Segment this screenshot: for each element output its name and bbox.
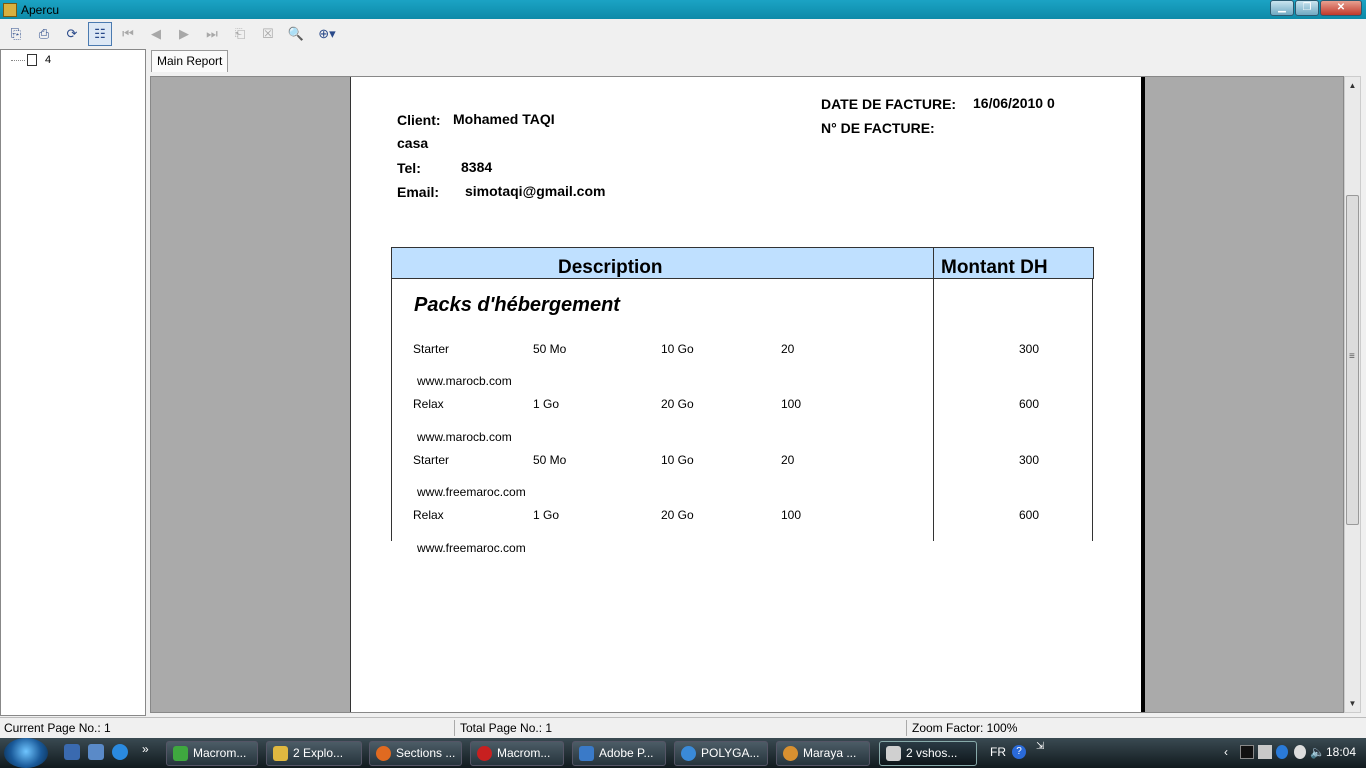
vertical-scrollbar[interactable]: ▲ ▼	[1344, 76, 1361, 713]
scroll-down-icon[interactable]: ▼	[1345, 695, 1360, 712]
stop-icon[interactable]: ☒	[256, 22, 280, 46]
language-bar-icon[interactable]: ⇲	[1036, 741, 1044, 752]
row-amount: 600	[1019, 508, 1040, 522]
row-space: 1 Go	[533, 397, 560, 411]
row-traffic: 10 Go	[661, 453, 694, 467]
row-amount: 600	[1019, 397, 1040, 411]
total-page-status: Total Page No.: 1	[460, 721, 553, 735]
row-space: 50 Mo	[533, 453, 567, 467]
zoom-dropdown-icon[interactable]: ⊕▾	[312, 22, 342, 46]
title-bar: Apercu ▁ ❐ ✕	[0, 0, 1366, 19]
row-qty: 100	[781, 397, 802, 411]
row-qty: 100	[781, 508, 802, 522]
tel-value: 8384	[461, 159, 493, 175]
taskbar-item[interactable]: Macrom...	[470, 741, 564, 766]
row-qty: 20	[781, 453, 795, 467]
page-icon	[27, 54, 37, 66]
previous-page-icon[interactable]: ◀	[144, 22, 168, 46]
report-viewer: Client: Mohamed TAQI casa Tel: 8384 Emai…	[150, 76, 1344, 713]
table-left-border	[391, 279, 392, 541]
zoom-status: Zoom Factor: 100%	[912, 721, 1018, 735]
row-name: Relax	[413, 508, 444, 522]
refresh-icon[interactable]: ⟳	[60, 22, 84, 46]
minimize-button[interactable]: ▁	[1270, 0, 1294, 16]
client-city: casa	[397, 135, 429, 151]
row-domain: www.marocb.com	[417, 374, 512, 388]
column-description: Description	[558, 257, 663, 278]
row-domain: www.marocb.com	[417, 430, 512, 444]
switch-windows-icon[interactable]	[88, 744, 104, 760]
first-page-icon[interactable]: ⏮	[116, 22, 140, 46]
invoice-number-label: N° DE FACTURE:	[821, 120, 935, 136]
window-title: Apercu	[21, 2, 60, 17]
goto-page-icon[interactable]: ⎗	[228, 22, 252, 46]
toggle-tree-icon[interactable]: ☷	[88, 22, 112, 46]
scroll-up-icon[interactable]: ▲	[1345, 77, 1360, 94]
tray-app-icon-3[interactable]	[1294, 745, 1306, 759]
export-icon[interactable]: ⎘	[4, 22, 28, 46]
row-name: Starter	[413, 453, 450, 467]
row-space: 1 Go	[533, 508, 560, 522]
tab-main-report[interactable]: Main Report	[151, 50, 229, 72]
row-domain: www.freemaroc.com	[417, 541, 526, 555]
column-divider	[933, 247, 934, 541]
volume-icon[interactable]: 🔈	[1310, 745, 1325, 759]
taskbar-item[interactable]: POLYGA...	[674, 741, 768, 766]
row-qty: 20	[781, 342, 795, 356]
tree-node-page[interactable]: 4	[11, 54, 51, 66]
clock[interactable]: 18:04	[1326, 745, 1356, 759]
internet-explorer-icon[interactable]	[112, 744, 128, 760]
row-amount: 300	[1019, 453, 1040, 467]
taskbar-item[interactable]: Sections ...	[369, 741, 462, 766]
row-name: Starter	[413, 342, 450, 356]
tab-strip: Main Report	[149, 49, 1366, 73]
tray-app-icon[interactable]	[1240, 745, 1254, 759]
report-page: Client: Mohamed TAQI casa Tel: 8384 Emai…	[350, 77, 1145, 712]
search-icon[interactable]: 🔍	[284, 22, 308, 46]
row-domain: www.freemaroc.com	[417, 485, 526, 499]
taskbar-item[interactable]: Maraya ...	[776, 741, 870, 766]
last-page-icon[interactable]: ⏭	[200, 22, 224, 46]
restore-button[interactable]: ❐	[1295, 0, 1319, 16]
tel-label: Tel:	[397, 160, 421, 176]
table-right-border	[1092, 279, 1093, 541]
invoice-date-value: 16/06/2010 0	[973, 95, 1055, 111]
invoice-date-label: DATE DE FACTURE:	[821, 96, 957, 112]
status-bar: Current Page No.: 1 Total Page No.: 1 Zo…	[0, 717, 1366, 737]
network-icon[interactable]	[1258, 745, 1272, 759]
group-tree-panel: 4	[0, 49, 146, 716]
taskbar-item[interactable]: 2 Explo...	[266, 741, 362, 766]
taskbar-item[interactable]: Adobe P...	[572, 741, 666, 766]
client-label: Client:	[397, 112, 441, 128]
show-desktop-icon[interactable]	[64, 744, 80, 760]
row-traffic: 20 Go	[661, 508, 694, 522]
client-name: Mohamed TAQI	[453, 111, 555, 127]
taskbar: » Macrom... 2 Explo... Sections ... Macr…	[0, 738, 1366, 768]
row-traffic: 10 Go	[661, 342, 694, 356]
row-space: 50 Mo	[533, 342, 567, 356]
taskbar-item[interactable]: Macrom...	[166, 741, 258, 766]
print-icon[interactable]: ⎙	[32, 22, 56, 46]
more-quicklaunch-icon[interactable]: »	[142, 742, 149, 756]
current-page-status: Current Page No.: 1	[4, 721, 111, 735]
app-icon	[3, 2, 17, 17]
taskbar-item-active[interactable]: 2 vshos...	[879, 741, 977, 766]
tree-node-label: 4	[45, 54, 52, 66]
close-button[interactable]: ✕	[1320, 0, 1362, 16]
tray-app-icon-2[interactable]	[1276, 745, 1288, 759]
email-value: simotaqi@gmail.com	[465, 183, 606, 199]
row-name: Relax	[413, 397, 444, 411]
scroll-thumb[interactable]	[1346, 195, 1359, 525]
language-indicator[interactable]: FR	[990, 745, 1006, 759]
next-page-icon[interactable]: ▶	[172, 22, 196, 46]
section-title: Packs d'hébergement	[414, 294, 620, 316]
start-button[interactable]	[4, 738, 48, 768]
row-traffic: 20 Go	[661, 397, 694, 411]
help-icon[interactable]: ?	[1012, 745, 1026, 759]
toolbar: ⎘ ⎙ ⟳ ☷ ⏮ ◀ ▶ ⏭ ⎗ ☒ 🔍 ⊕▾	[0, 19, 1366, 49]
email-label: Email:	[397, 184, 440, 200]
row-amount: 300	[1019, 342, 1040, 356]
column-amount: Montant DH	[941, 257, 1048, 278]
show-hidden-icons-icon[interactable]: ‹	[1224, 745, 1228, 759]
